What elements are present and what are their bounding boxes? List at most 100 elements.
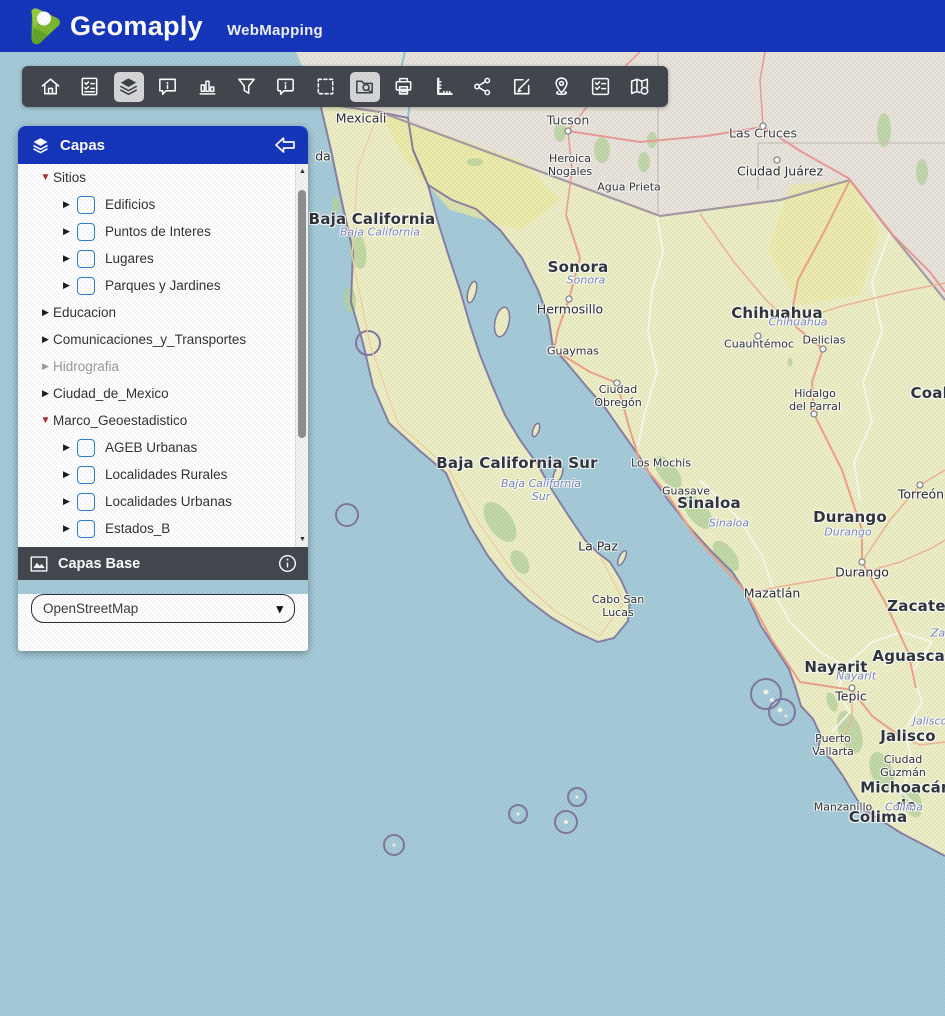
panel-title: Capas [60,137,274,154]
layers-icon [117,75,140,98]
layer-label: Lugares [105,251,154,266]
layer-checkbox[interactable] [77,547,95,548]
layer-checkbox[interactable] [77,439,95,457]
layer-tree-row[interactable]: ▶Educacion [18,299,308,326]
layer-tree-row[interactable]: ▶Ciudad_de_Mexico [18,380,308,407]
layer-label: Edificios [105,197,155,212]
expand-node-icon[interactable]: ▶ [38,388,53,399]
comment-info-round-icon [274,75,297,98]
image-icon [29,555,49,573]
layer-checkbox[interactable] [77,466,95,484]
city-marker [774,157,780,163]
scrollbar-thumb[interactable] [298,190,306,438]
scroll-up-icon[interactable]: ▲ [296,165,308,178]
expand-node-icon[interactable]: ▶ [59,226,74,237]
collapse-node-icon[interactable]: ▼ [38,172,53,183]
layer-tree-row[interactable]: ▼Sitios [18,164,308,191]
expand-node-icon[interactable]: ▶ [38,334,53,345]
toolbar-filter-button[interactable] [232,72,262,102]
toolbar-edit-button[interactable] [507,72,537,102]
toolbar-map-fold-button[interactable] [625,72,655,102]
layer-tree-row[interactable]: ▶ Edificios [18,191,308,218]
toolbar-select-area-button[interactable] [310,72,340,102]
base-layers-body: OpenStreetMap ▾ [18,594,308,651]
layer-tree-row-partial[interactable]: ▶ [18,542,308,547]
layers-panel-header: Capas [18,126,308,164]
city-marker [549,348,555,354]
checklist-icon [589,75,612,98]
toolbar-location-pin-button[interactable] [546,72,576,102]
toolbar-layers-button[interactable] [114,72,144,102]
city-marker [859,559,865,565]
print-icon [392,75,415,98]
expand-node-icon[interactable]: ▶ [59,253,74,264]
layer-label: Estados_B [105,521,170,536]
basemap-select[interactable]: OpenStreetMap ▾ [31,594,295,623]
layer-tree-row[interactable]: ▶Puntos de Interes [18,218,308,245]
info-icon[interactable] [278,554,297,573]
city-marker [565,128,571,134]
layer-tree-row[interactable]: ▼Marco_Geoestadistico [18,407,308,434]
layers-panel: Capas ▼Sitios▶Edificios▶Puntos de Intere… [18,126,308,651]
layer-tree-row[interactable]: ▶ AGEB Urbanas [18,434,308,461]
basemap-select-value: OpenStreetMap [43,601,138,616]
filter-icon [235,75,258,98]
toolbar-home-button[interactable] [35,72,65,102]
expand-node-icon[interactable]: ▶ [59,469,74,480]
base-layers-title: Capas Base [58,556,278,572]
layer-checkbox[interactable] [77,250,95,268]
layer-label: Hidrografia [53,359,119,374]
brand-title: Geomaply [70,11,203,42]
city-marker [917,482,923,488]
brand-subtitle: WebMapping [227,22,323,39]
toolbar-measure-button[interactable] [428,72,458,102]
layer-checkbox[interactable] [77,520,95,538]
layer-label: Localidades Rurales [105,467,227,482]
toolbar-comment-info-round-button[interactable] [271,72,301,102]
layer-tree-row[interactable]: ▶Parques y Jardines [18,272,308,299]
layer-label: Localidades Urbanas [105,494,232,509]
toolbar-print-button[interactable] [389,72,419,102]
expand-node-icon[interactable]: ▶ [59,496,74,507]
toolbar-bar-chart-button[interactable] [192,72,222,102]
toolbar-folder-search-button[interactable] [350,72,380,102]
layer-tree-row[interactable]: ▶ Localidades Rurales [18,461,308,488]
layer-checkbox[interactable] [77,493,95,511]
expand-node-icon[interactable]: ▶ [59,442,74,453]
expand-node-icon[interactable]: ▶ [59,523,74,534]
layer-label: Educacion [53,305,116,320]
layer-tree-row[interactable]: ▶Comunicaciones_y_Transportes [18,326,308,353]
map-fold-icon [628,75,651,98]
expand-node-icon[interactable]: ▶ [38,361,53,372]
layers-icon [30,135,51,156]
city-marker [755,333,761,339]
layer-tree-row[interactable]: ▶ Estados_B [18,515,308,542]
city-marker [760,123,766,129]
layer-checkbox[interactable] [77,196,95,214]
layer-tree-row[interactable]: ▶ Localidades Urbanas [18,488,308,515]
collapse-node-icon[interactable]: ▼ [38,415,53,426]
layer-tree-row[interactable]: ▶Hidrografia [18,353,308,380]
toolbar-form-list-button[interactable] [74,72,104,102]
arrow-left-icon [274,136,296,154]
city-marker [811,411,817,417]
city-marker [820,346,826,352]
expand-node-icon[interactable]: ▶ [59,199,74,210]
expand-node-icon[interactable]: ▶ [38,307,53,318]
collapse-panel-button[interactable] [274,136,296,154]
tree-scrollbar[interactable]: ▲▼ [295,164,308,547]
layer-checkbox[interactable] [77,223,95,241]
toolbar-comment-info-button[interactable] [153,72,183,102]
toolbar-checklist-button[interactable] [586,72,616,102]
scroll-down-icon[interactable]: ▼ [296,533,308,546]
layer-label: AGEB Urbanas [105,440,197,455]
city-marker [566,296,572,302]
toolbar [22,66,668,107]
layer-label: Sitios [53,170,86,185]
layer-checkbox[interactable] [77,277,95,295]
bar-chart-icon [196,75,219,98]
layer-tree-row[interactable]: ▶ Lugares [18,245,308,272]
folder-search-icon [353,75,376,98]
toolbar-share-button[interactable] [468,72,498,102]
expand-node-icon[interactable]: ▶ [59,280,74,291]
